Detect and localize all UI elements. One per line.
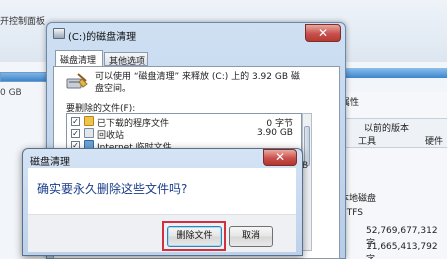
list-item-size: 3.90 GB <box>256 128 293 138</box>
checkbox[interactable]: ✓ <box>71 117 80 126</box>
control-panel-link[interactable]: 开控制面板 <box>0 14 45 27</box>
free-bytes: 11,665,413,792 字 <box>366 242 438 259</box>
disk-cleanup-title: (C:)的磁盘清理 <box>68 32 137 43</box>
confirm-close-button[interactable]: ✕ <box>263 149 297 166</box>
disk-cleanup-close-button[interactable]: ✕ <box>305 24 341 42</box>
files-to-delete-list: ✓ 已下载的程序文件 0 字节 ✓ 回收站 3.90 GB ✓ Internet… <box>66 113 302 153</box>
disk-cleanup-icon <box>66 73 88 89</box>
drive-usage-bar <box>0 72 52 82</box>
tab-previous-versions[interactable]: 以前的版本 <box>364 121 409 134</box>
tab-hardware[interactable]: 硬件 <box>425 134 443 147</box>
disk-cleanup-description: 可以使用 “磁盘清理” 来释放 (C:) 上的 3.92 GB 磁盘空间。 <box>95 72 300 94</box>
tab-disk-cleanup[interactable]: 磁盘清理 <box>55 50 103 67</box>
tab-more-options[interactable]: 其他选项 <box>104 52 148 67</box>
tab-tools[interactable]: 工具 <box>358 134 376 147</box>
cancel-button[interactable]: 取消 <box>229 226 273 247</box>
drive-size-text: 0 GB <box>0 88 22 98</box>
drive-icon <box>53 28 65 39</box>
confirm-dialog-title: 磁盘清理 <box>30 157 70 168</box>
checkbox[interactable]: ✓ <box>71 129 80 138</box>
list-scrollbar[interactable] <box>302 113 312 251</box>
scrollbar-thumb[interactable] <box>304 126 310 166</box>
delete-files-button[interactable]: 删除文件 <box>167 226 222 247</box>
drive-usage-bar-right <box>338 68 447 78</box>
folder-icon <box>84 116 94 126</box>
recycle-bin-icon <box>84 128 94 138</box>
confirm-message: 确实要永久删除这些文件吗? <box>37 182 188 196</box>
